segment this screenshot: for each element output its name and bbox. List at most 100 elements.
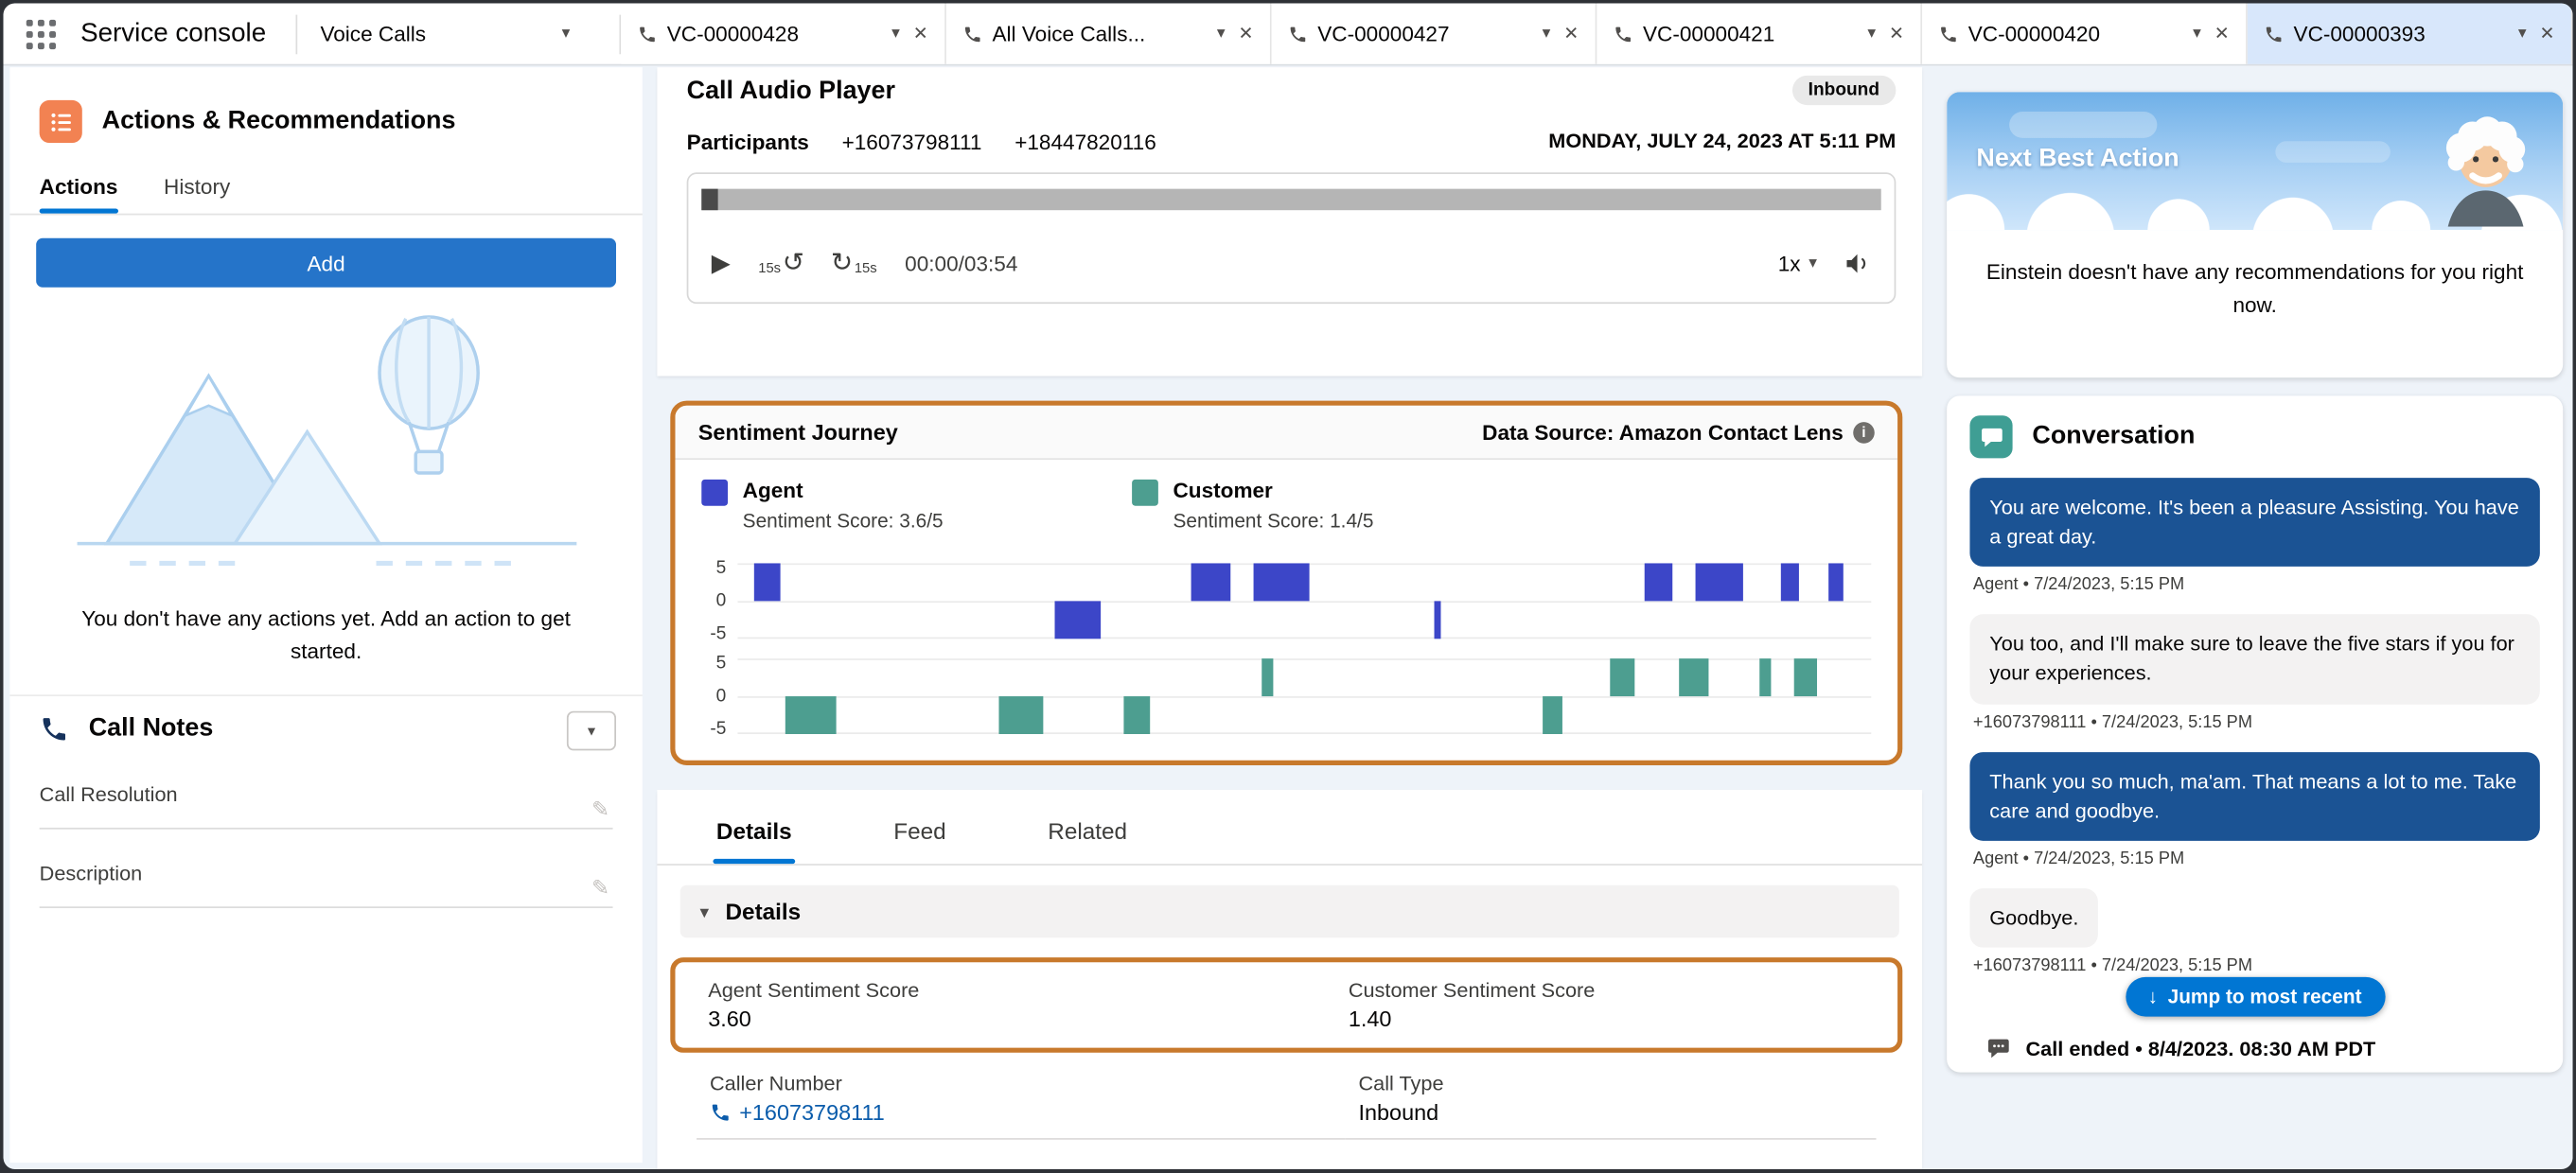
empty-actions-illustration bbox=[63, 297, 590, 589]
seek-bar[interactable] bbox=[701, 189, 1880, 211]
phone-icon bbox=[1614, 24, 1633, 44]
divider bbox=[9, 694, 642, 696]
chevron-down-icon[interactable]: ▾ bbox=[1217, 25, 1226, 43]
customer-sentiment-bar bbox=[1611, 658, 1635, 696]
console-tab-VC-00000421[interactable]: VC-00000421 ▾ ✕ bbox=[1597, 3, 1922, 63]
customer-sentiment-score-field: Customer Sentiment Score1.40 bbox=[1335, 979, 1897, 1032]
caller-number-link[interactable]: +16073798111 bbox=[710, 1100, 1270, 1125]
tab-related[interactable]: Related bbox=[1045, 818, 1131, 865]
close-icon[interactable]: ✕ bbox=[2214, 23, 2230, 44]
close-icon[interactable]: ✕ bbox=[1563, 23, 1579, 44]
agent-sentiment-bar bbox=[1055, 601, 1101, 639]
message-meta: Agent • 7/24/2023, 5:15 PM bbox=[1973, 575, 2540, 595]
tab-actions[interactable]: Actions bbox=[40, 174, 118, 214]
console-tab-VC-00000427[interactable]: VC-00000427▾✕ bbox=[1272, 3, 1597, 63]
description-field[interactable]: Description ✎ bbox=[40, 859, 613, 908]
chevron-down-icon: ▾ bbox=[700, 901, 710, 922]
legend-customer: CustomerSentiment Score: 1.4/5 bbox=[1132, 478, 1562, 532]
customer-sentiment-bar bbox=[785, 696, 837, 734]
forward-icon: ↻ bbox=[831, 246, 853, 279]
field-label: Agent Sentiment Score bbox=[708, 979, 1335, 1002]
tab-label: VC-00000393 bbox=[2294, 22, 2426, 46]
info-icon[interactable]: i bbox=[1853, 421, 1875, 443]
object-nav-dropdown[interactable]: Voice Calls ▾ bbox=[297, 3, 590, 63]
tab-label: VC-00000421 bbox=[1643, 22, 1774, 46]
chevron-down-icon[interactable]: ▾ bbox=[1543, 25, 1551, 43]
chevron-down-icon[interactable]: ▾ bbox=[2193, 25, 2201, 43]
message-meta: Agent • 7/24/2023, 5:15 PM bbox=[1973, 849, 2540, 868]
customer-sentiment-bar bbox=[1543, 696, 1563, 734]
panel-title: Sentiment Journey bbox=[698, 420, 898, 445]
y-tick: -5 bbox=[710, 719, 726, 739]
edit-pencil-icon[interactable]: ✎ bbox=[591, 875, 609, 902]
customer-sentiment-chart-row: 50-5 bbox=[695, 658, 1871, 734]
message-bubble: You are welcome. It's been a pleasure As… bbox=[1969, 478, 2539, 567]
details-section-header[interactable]: ▾ Details bbox=[680, 885, 1899, 938]
caller-number-text: +16073798111 bbox=[739, 1100, 885, 1125]
chevron-down-icon[interactable]: ▾ bbox=[1867, 25, 1876, 43]
sentiment-journey-header: Sentiment Journey Data Source: Amazon Co… bbox=[675, 406, 1897, 460]
conversation-messages: You are welcome. It's been a pleasure As… bbox=[1969, 478, 2539, 995]
sentiment-scores-highlight: Agent Sentiment Score3.60 Customer Senti… bbox=[670, 957, 1902, 1053]
close-icon[interactable]: ✕ bbox=[1889, 23, 1904, 44]
conversation-icon bbox=[1969, 415, 2012, 458]
console-tab-VC-00000393[interactable]: VC-00000393 ▾ ✕ bbox=[2248, 3, 2573, 63]
rewind-15-button[interactable]: 15s↺ bbox=[757, 246, 805, 279]
einstein-illustration bbox=[2422, 105, 2550, 226]
tab-history[interactable]: History bbox=[164, 174, 230, 214]
legend-score: Sentiment Score: 3.6/5 bbox=[743, 509, 944, 532]
elapsed-time: 00:00/03:54 bbox=[905, 251, 1017, 275]
agent-sentiment-bar bbox=[1435, 601, 1441, 639]
skip-label: 15s bbox=[758, 258, 781, 274]
tab-feed[interactable]: Feed bbox=[891, 818, 949, 865]
card-title: Call Audio Player bbox=[687, 78, 895, 107]
phone-icon bbox=[2264, 24, 2284, 44]
message-customer: You too, and I'll make sure to leave the… bbox=[1969, 615, 2539, 732]
chevron-down-icon[interactable]: ▾ bbox=[2518, 25, 2527, 43]
inbound-badge: Inbound bbox=[1791, 76, 1896, 105]
forward-15-button[interactable]: ↻15s bbox=[831, 246, 879, 279]
service-console-window: Service console Voice Calls ▾ VC-0000042… bbox=[3, 3, 2572, 1169]
app-launcher-icon[interactable] bbox=[26, 19, 56, 48]
close-icon[interactable]: ✕ bbox=[913, 23, 928, 44]
tab-details[interactable]: Details bbox=[713, 818, 795, 865]
conversation-header: Conversation bbox=[1969, 415, 2195, 458]
chevron-down-icon[interactable]: ▾ bbox=[891, 25, 900, 43]
legend-text: AgentSentiment Score: 3.6/5 bbox=[743, 478, 944, 532]
playback-speed-button[interactable]: 1x ▾ bbox=[1778, 251, 1817, 275]
skip-label: 15s bbox=[855, 258, 877, 274]
jump-to-most-recent-button[interactable]: ↓ Jump to most recent bbox=[2125, 977, 2384, 1017]
agent-sentiment-bar bbox=[1696, 563, 1743, 601]
agent-sentiment-bar bbox=[1253, 563, 1310, 601]
tab-label: VC-00000428 bbox=[667, 22, 799, 46]
play-button[interactable]: ▶ bbox=[712, 248, 731, 277]
console-tab-VC-00000428[interactable]: VC-00000428 ▾ ✕ bbox=[621, 3, 946, 63]
close-icon[interactable]: ✕ bbox=[2540, 23, 2555, 44]
customer-sentiment-bar bbox=[998, 696, 1044, 734]
field-label: Call Resolution bbox=[40, 780, 613, 807]
phone-icon bbox=[637, 24, 657, 44]
phone-icon bbox=[962, 24, 982, 44]
agent-sentiment-bar bbox=[754, 563, 779, 601]
customer-sentiment-plot bbox=[737, 658, 1871, 734]
message-customer: Goodbye.+16073798111 • 7/24/2023, 5:15 P… bbox=[1969, 888, 2539, 975]
call-resolution-field[interactable]: Call Resolution ✎ bbox=[40, 780, 613, 830]
add-action-button[interactable]: Add bbox=[36, 238, 616, 288]
console-tab-All Voice Calls...[interactable]: All Voice Calls...▾✕ bbox=[946, 3, 1272, 63]
close-icon[interactable]: ✕ bbox=[1239, 23, 1254, 44]
call-audio-player-card: Call Audio Player Inbound Participants +… bbox=[657, 67, 1922, 376]
console-tab-VC-00000420[interactable]: VC-00000420▾✕ bbox=[1922, 3, 2248, 63]
field-value: Inbound bbox=[1358, 1100, 1800, 1125]
message-bubble: Goodbye. bbox=[1969, 888, 2098, 948]
field-label: Description bbox=[40, 859, 613, 885]
screenshot-stage: Service console Voice Calls ▾ VC-0000042… bbox=[0, 0, 2576, 1173]
customer-sentiment-bar bbox=[1262, 658, 1273, 696]
actions-history-tabs: Actions History bbox=[9, 159, 642, 215]
edit-pencil-icon[interactable]: ✎ bbox=[591, 797, 609, 823]
phone-icon bbox=[1939, 24, 1959, 44]
call-notes-menu-button[interactable]: ▼ bbox=[567, 711, 616, 751]
customer-sentiment-bar bbox=[1679, 658, 1708, 696]
participant-number: +16073798111 bbox=[842, 130, 982, 154]
volume-icon[interactable] bbox=[1844, 249, 1872, 277]
chevron-down-icon: ▾ bbox=[1808, 254, 1817, 271]
